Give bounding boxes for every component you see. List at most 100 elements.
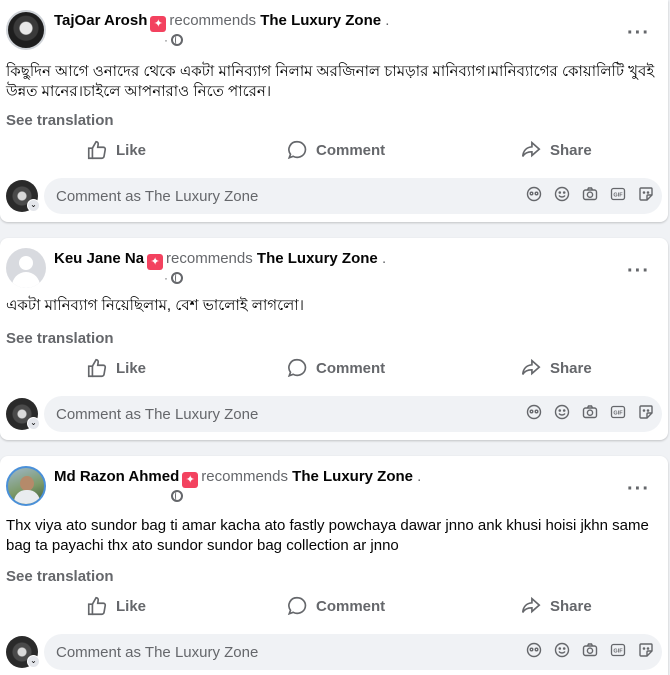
avatar-sticker-icon[interactable] (526, 642, 542, 658)
user-name[interactable]: Md Razon Ahmed (54, 468, 179, 485)
recommends-text: recommends (169, 12, 257, 29)
like-label: Like (116, 141, 147, 159)
camera-icon[interactable] (582, 186, 598, 202)
post-meta: · (164, 271, 183, 285)
sticker-icon[interactable] (638, 404, 654, 420)
gif-icon[interactable]: GIF (610, 642, 626, 658)
user-avatar[interactable] (6, 248, 46, 288)
composer-icons: GIF (526, 642, 654, 658)
composer-icons: GIF (526, 404, 654, 420)
gif-icon[interactable]: GIF (610, 404, 626, 420)
composer-icons: GIF (526, 186, 654, 202)
sticker-icon[interactable] (638, 186, 654, 202)
user-avatar[interactable] (6, 10, 46, 50)
post-card: Md Razon Ahmed ✦ recommends The Luxury Zon… (0, 456, 668, 675)
share-icon (521, 140, 541, 158)
globe-icon[interactable] (171, 272, 183, 284)
like-button[interactable]: Like (86, 132, 146, 168)
comment-button[interactable]: Comment (286, 350, 385, 386)
comment-input[interactable]: Comment as The Luxury Zone GIF (44, 178, 662, 214)
post-text: Thx viya ato sundor bag ti amar kacha at… (6, 517, 649, 554)
gif-icon[interactable]: GIF (610, 186, 626, 202)
comment-button[interactable]: Comment (286, 132, 385, 168)
globe-icon[interactable] (171, 490, 183, 502)
share-button[interactable]: Share (520, 132, 592, 168)
share-button[interactable]: Share (520, 350, 592, 386)
user-avatar[interactable] (6, 466, 46, 506)
camera-icon[interactable] (582, 642, 598, 658)
chevron-down-icon[interactable]: ⌄ (27, 199, 40, 212)
see-translation-link[interactable]: See translation (6, 330, 114, 347)
comment-placeholder: Comment as The Luxury Zone (56, 406, 259, 423)
post-meta (168, 489, 183, 503)
more-icon[interactable]: ··· (627, 23, 650, 43)
comment-input[interactable]: Comment as The Luxury Zone GIF (44, 396, 662, 432)
comment-label: Comment (316, 141, 386, 159)
post-header: Keu Jane Na ✦ recommends The Luxury Zone .… (6, 248, 666, 290)
action-bar: Like Comment Share (0, 588, 668, 624)
sticker-icon[interactable] (638, 642, 654, 658)
avatar-sticker-icon[interactable] (526, 404, 542, 420)
like-button[interactable]: Like (86, 350, 146, 386)
avatar-sticker-icon[interactable] (526, 186, 542, 202)
action-bar: Like Comment Share (0, 350, 668, 386)
recommend-icon: ✦ (182, 472, 199, 488)
post-header: Md Razon Ahmed ✦ recommends The Luxury Zon… (6, 466, 666, 508)
user-name[interactable]: TajOar Arosh (54, 12, 147, 29)
emoji-icon[interactable] (554, 186, 570, 202)
comment-button[interactable]: Comment (286, 588, 385, 624)
header-dot: . (417, 468, 422, 485)
comment-icon (287, 140, 307, 160)
like-button[interactable]: Like (86, 588, 146, 624)
action-bar: Like Comment Share (0, 132, 668, 168)
post-card: TajOar Arosh ✦ recommends The Luxury Zone … (0, 0, 668, 222)
more-icon[interactable]: ··· (627, 479, 650, 499)
comment-label: Comment (316, 359, 386, 377)
header-dot: . (381, 250, 387, 267)
svg-text:GIF: GIF (613, 411, 623, 417)
post-text: কিছুদিন আগে ওনাদের থেকে একটা মানিব্যাগ ন… (6, 63, 655, 100)
see-translation-link[interactable]: See translation (6, 568, 114, 585)
comment-input[interactable]: Comment as The Luxury Zone GIF (44, 634, 662, 670)
recommend-icon: ✦ (150, 16, 167, 32)
post-header-line: Keu Jane Na ✦ recommends The Luxury Zone . (54, 250, 386, 270)
post-header-line: Md Razon Ahmed ✦ recommends The Luxury Zon… (54, 468, 421, 488)
share-label: Share (550, 359, 592, 377)
svg-text:GIF: GIF (613, 193, 623, 199)
like-icon (87, 596, 107, 616)
like-icon (87, 140, 107, 160)
comment-icon (287, 596, 307, 616)
comment-composer: ⌄ Comment as The Luxury Zone GIF (6, 178, 662, 214)
share-icon (521, 358, 541, 376)
post-header-line: TajOar Arosh ✦ recommends The Luxury Zone … (54, 12, 389, 32)
meta-separator: · (164, 271, 168, 285)
page-name[interactable]: The Luxury Zone (260, 12, 381, 29)
more-icon[interactable]: ··· (627, 261, 650, 281)
see-translation-link[interactable]: See translation (6, 112, 114, 129)
share-button[interactable]: Share (520, 588, 592, 624)
globe-icon[interactable] (171, 34, 183, 46)
page-name[interactable]: The Luxury Zone (292, 468, 413, 485)
like-label: Like (116, 359, 147, 377)
page-name[interactable]: The Luxury Zone (257, 250, 378, 267)
post-card: Keu Jane Na ✦ recommends The Luxury Zone .… (0, 238, 668, 440)
camera-icon[interactable] (582, 404, 598, 420)
post-meta: · (164, 33, 183, 47)
chevron-down-icon[interactable]: ⌄ (27, 417, 40, 430)
post-header: TajOar Arosh ✦ recommends The Luxury Zone … (6, 10, 666, 52)
svg-text:GIF: GIF (613, 649, 623, 655)
chevron-down-icon[interactable]: ⌄ (27, 655, 40, 668)
share-icon (521, 596, 541, 614)
comment-label: Comment (316, 597, 386, 615)
comment-placeholder: Comment as The Luxury Zone (56, 188, 259, 205)
meta-separator: · (164, 33, 168, 47)
comment-composer: ⌄ Comment as The Luxury Zone GIF (6, 396, 662, 432)
share-label: Share (550, 597, 592, 615)
emoji-icon[interactable] (554, 642, 570, 658)
user-name[interactable]: Keu Jane Na (54, 250, 144, 267)
header-dot: . (385, 12, 390, 29)
recommends-text: recommends (201, 468, 288, 485)
recommend-icon: ✦ (147, 254, 164, 270)
emoji-icon[interactable] (554, 404, 570, 420)
comment-placeholder: Comment as The Luxury Zone (56, 644, 259, 661)
